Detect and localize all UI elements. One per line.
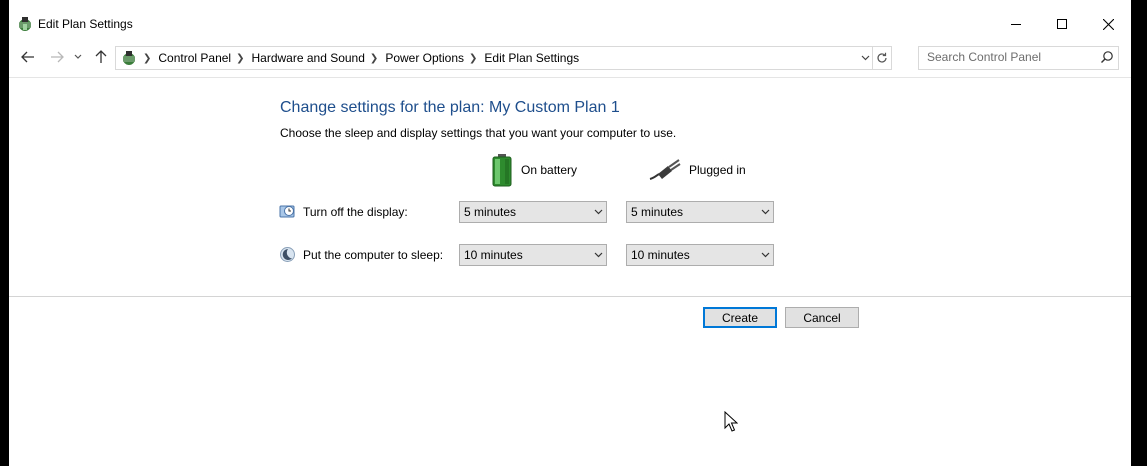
display-on-battery-select[interactable]: 5 minutes — [459, 201, 607, 223]
chevron-down-icon — [757, 209, 773, 215]
page-title: Change settings for the plan: My Custom … — [280, 99, 620, 116]
footer-divider — [9, 296, 1131, 297]
up-button[interactable] — [91, 47, 111, 67]
search-box[interactable] — [918, 46, 1119, 70]
close-icon — [1102, 18, 1114, 30]
battery-icon — [492, 154, 512, 187]
chevron-down-icon — [74, 54, 82, 59]
arrow-left-icon — [21, 51, 34, 63]
breadcrumb-edit-plan-settings[interactable]: Edit Plan Settings — [484, 51, 579, 65]
minimize-icon — [1011, 24, 1021, 25]
refresh-button[interactable] — [872, 47, 891, 69]
select-value: 5 minutes — [631, 205, 684, 219]
navigation-bar: ❯ Control Panel ❯ Hardware and Sound ❯ P… — [9, 44, 1131, 70]
window-title: Edit Plan Settings — [38, 17, 133, 31]
plugged-in-header: Plugged in — [649, 152, 746, 188]
on-battery-label: On battery — [521, 163, 578, 177]
cancel-button[interactable]: Cancel — [785, 307, 859, 328]
chevron-down-icon — [861, 55, 869, 61]
chevron-right-icon[interactable]: ❯ — [370, 53, 378, 64]
chevron-down-icon — [757, 252, 773, 258]
sleep-plugged-in-select[interactable]: 10 minutes — [626, 244, 774, 266]
power-options-icon — [19, 17, 31, 31]
chevron-down-icon — [590, 252, 606, 258]
sleep-moon-icon — [280, 247, 295, 262]
mouse-cursor-icon — [724, 411, 738, 432]
maximize-button[interactable] — [1039, 8, 1085, 40]
close-button[interactable] — [1085, 8, 1131, 40]
chevron-right-icon[interactable]: ❯ — [236, 53, 244, 64]
turn-off-display-label: Turn off the display: — [303, 204, 408, 219]
control-panel-icon — [123, 51, 135, 65]
breadcrumb-control-panel[interactable]: Control Panel — [158, 51, 231, 65]
maximize-icon — [1057, 19, 1067, 29]
forward-button[interactable] — [47, 47, 67, 67]
title-bar: Edit Plan Settings — [9, 0, 1131, 48]
refresh-icon — [877, 52, 887, 63]
create-button[interactable]: Create — [703, 307, 777, 328]
arrow-right-icon — [51, 51, 64, 63]
breadcrumb-power-options[interactable]: Power Options — [385, 51, 464, 65]
address-bar[interactable]: ❯ Control Panel ❯ Hardware and Sound ❯ P… — [115, 46, 892, 70]
turn-off-display-row: Turn off the display: — [279, 203, 408, 220]
back-button[interactable] — [18, 47, 38, 67]
on-battery-header: On battery — [491, 152, 577, 188]
recent-locations-button[interactable] — [71, 47, 85, 67]
search-input[interactable] — [919, 47, 1097, 67]
edit-plan-settings-window: Edit Plan Settings ❯ Control Panel ❯ Har… — [9, 0, 1131, 466]
power-plug-icon — [649, 159, 681, 180]
sleep-row: Put the computer to sleep: — [279, 246, 443, 263]
sleep-on-battery-select[interactable]: 10 minutes — [459, 244, 607, 266]
address-history-button[interactable] — [857, 48, 873, 68]
search-icon[interactable] — [1100, 50, 1114, 64]
display-plugged-in-select[interactable]: 5 minutes — [626, 201, 774, 223]
plugged-in-label: Plugged in — [689, 163, 746, 177]
chevron-right-icon: ❯ — [143, 52, 152, 64]
page-description: Choose the sleep and display settings th… — [280, 126, 677, 140]
chevron-right-icon[interactable]: ❯ — [469, 53, 477, 64]
select-value: 5 minutes — [464, 205, 517, 219]
display-timer-icon — [279, 205, 295, 218]
arrow-up-icon — [95, 50, 107, 63]
breadcrumb-hardware-and-sound[interactable]: Hardware and Sound — [252, 51, 365, 65]
select-value: 10 minutes — [464, 248, 523, 262]
minimize-button[interactable] — [993, 8, 1039, 40]
select-value: 10 minutes — [631, 248, 690, 262]
chevron-down-icon — [590, 209, 606, 215]
nav-divider — [9, 77, 1131, 78]
sleep-label: Put the computer to sleep: — [303, 247, 444, 262]
